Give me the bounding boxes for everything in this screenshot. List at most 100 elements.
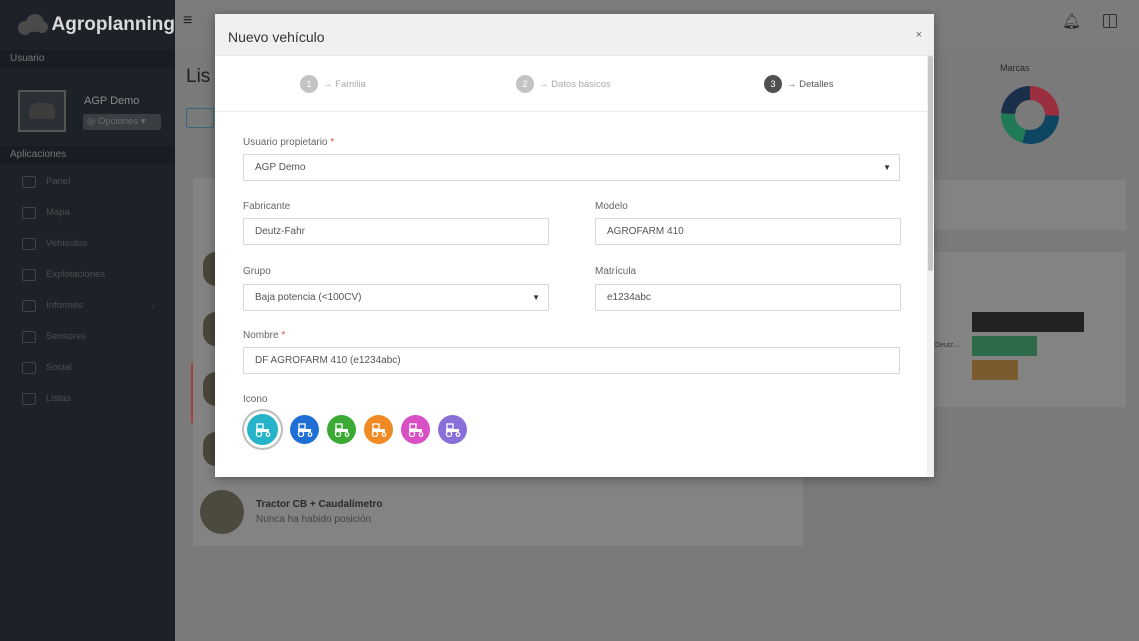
name-field[interactable]: DF AGROFARM 410 (e1234abc)	[243, 347, 900, 374]
plate-field[interactable]: e1234abc	[595, 284, 901, 311]
step-number: 3	[764, 75, 782, 93]
map-icon	[22, 206, 36, 219]
tractor-icon-option[interactable]	[401, 415, 430, 444]
owner-label: Usuario propietario *	[243, 137, 334, 148]
sidebar-item-sensores[interactable]: Sensores	[0, 321, 175, 352]
name-value: DF AGROFARM 410 (e1234abc)	[255, 355, 401, 366]
sidebar-item-label: Informes	[46, 300, 83, 311]
panel-toggle-icon[interactable]	[1103, 14, 1117, 28]
vehicles-icon	[22, 237, 36, 250]
sidebar-item-explotaciones[interactable]: Explotaciones	[0, 259, 175, 290]
modal-title: Nuevo vehículo	[228, 29, 325, 45]
step-label: → Familia	[323, 78, 366, 90]
tractor-icon-option[interactable]	[438, 415, 467, 444]
filter-button[interactable]	[186, 108, 214, 128]
brand[interactable]: Agroplanning	[0, 0, 175, 50]
tractor-icon-option[interactable]	[247, 414, 278, 445]
page-title: Lis	[186, 66, 211, 87]
sidebar-item-label: Listas	[46, 393, 71, 404]
maker-value: Deutz-Fahr	[255, 226, 306, 237]
maker-label: Fabricante	[243, 201, 291, 212]
name-label-text: Nombre	[243, 330, 279, 341]
model-field[interactable]: AGROFARM 410	[595, 218, 901, 245]
reports-icon	[22, 299, 36, 312]
caret-down-icon: ▼	[532, 293, 540, 302]
apps-section-title: Aplicaciones	[0, 146, 175, 164]
bar-2	[972, 336, 1037, 356]
sidebar: Agroplanning Usuario AGP Demo ◎ Opciones…	[0, 0, 175, 641]
tractor-icon	[371, 422, 386, 437]
group-value: Baja potencia (<100CV)	[255, 292, 362, 303]
step-number: 1	[300, 75, 318, 93]
required-mark: *	[330, 137, 335, 148]
model-value: AGROFARM 410	[607, 226, 684, 237]
tractor-icon	[334, 422, 349, 437]
brands-stats-card: Marcas	[940, 55, 1130, 165]
tractor-icon	[297, 422, 312, 437]
sensors-icon	[22, 330, 36, 343]
group-label: Grupo	[243, 266, 271, 277]
brand-name: Agroplanning	[51, 14, 175, 35]
sidebar-item-vehiculos[interactable]: Vehículos	[0, 228, 175, 259]
bell-icon[interactable]: 🔔︎	[1062, 12, 1081, 30]
sidebar-item-panel[interactable]: Panel	[0, 166, 175, 197]
brand-logo-icon	[18, 14, 48, 36]
sidebar-item-label: Social	[46, 362, 72, 373]
sidebar-item-mapa[interactable]: Mapa	[0, 197, 175, 228]
plate-value: e1234abc	[607, 292, 651, 303]
owner-select[interactable]: AGP Demo ▼	[243, 154, 900, 181]
tractor-icon	[445, 422, 460, 437]
selected-indicator	[191, 363, 193, 423]
options-label: Opciones	[97, 116, 139, 127]
sidebar-item-informes[interactable]: Informes ‹	[0, 290, 175, 321]
step-familia[interactable]: 1 → Familia	[300, 75, 366, 93]
vehicle-name: Tractor CB + Caudalímetro	[256, 499, 383, 510]
tractor-icon-option[interactable]	[327, 415, 356, 444]
owner-value: AGP Demo	[255, 162, 306, 173]
bar-3	[972, 360, 1018, 380]
chevron-left-icon: ‹	[152, 300, 155, 311]
menu-toggle-icon[interactable]: ≡	[183, 12, 192, 30]
options-dropdown[interactable]: ◎ Opciones ▾	[83, 114, 161, 130]
step-label: → Detalles	[787, 78, 834, 90]
stats-card	[933, 180, 1126, 230]
user-box: AGP Demo ◎ Opciones ▾	[0, 68, 175, 146]
new-vehicle-modal: Nuevo vehículo × 1 → Familia 2 → Datos b…	[215, 14, 934, 477]
avatar	[18, 90, 66, 132]
modal-scrollbar[interactable]	[927, 56, 934, 477]
lists-icon	[22, 392, 36, 405]
scrollbar-thumb[interactable]	[928, 56, 933, 271]
sidebar-item-social[interactable]: Social	[0, 352, 175, 383]
tractor-icon-option[interactable]	[290, 415, 319, 444]
tractor-icon-option[interactable]	[364, 415, 393, 444]
user-name: AGP Demo	[84, 95, 140, 107]
bar-1	[972, 312, 1084, 332]
dashboard-icon	[22, 175, 36, 188]
sidebar-item-label: Mapa	[46, 207, 70, 218]
sidebar-item-label: Vehículos	[46, 238, 88, 249]
maker-field[interactable]: Deutz-Fahr	[243, 218, 549, 245]
owner-label-text: Usuario propietario	[243, 137, 328, 148]
sidebar-item-listas[interactable]: Listas	[0, 383, 175, 414]
sidebar-item-label: Panel	[46, 176, 71, 187]
brands-donut-chart	[1001, 86, 1059, 144]
vehicle-thumbnail	[200, 490, 244, 534]
sidebar-item-label: Sensores	[46, 331, 87, 342]
close-icon[interactable]: ×	[916, 29, 922, 41]
required-mark: *	[281, 330, 286, 341]
sidebar-nav: Panel Mapa Vehículos Explotaciones Infor…	[0, 164, 175, 414]
model-label: Modelo	[595, 201, 628, 212]
group-select[interactable]: Baja potencia (<100CV) ▼	[243, 284, 549, 311]
wizard-steps: 1 → Familia 2 → Datos básicos 3 → Detall…	[215, 56, 927, 112]
step-number: 2	[516, 75, 534, 93]
name-label: Nombre *	[243, 330, 285, 341]
list-item[interactable]: Tractor CB + Caudalímetro Nunca ha habid…	[200, 490, 382, 534]
modal-header: Nuevo vehículo ×	[215, 14, 934, 56]
plate-label: Matrícula	[595, 266, 637, 277]
social-icon	[22, 361, 36, 374]
step-datos-basicos[interactable]: 2 → Datos básicos	[516, 75, 611, 93]
caret-down-icon: ▼	[883, 163, 891, 172]
step-detalles[interactable]: 3 → Detalles	[764, 75, 833, 93]
tractor-icon	[408, 422, 423, 437]
tractor-icon	[255, 422, 270, 437]
